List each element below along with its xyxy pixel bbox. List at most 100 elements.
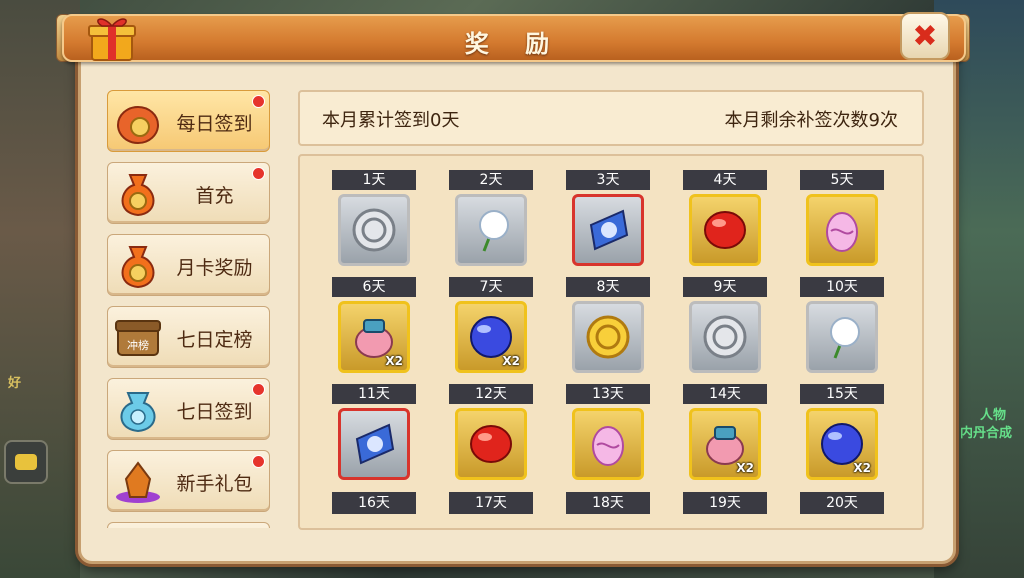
dandelion-icon — [479, 210, 509, 252]
reward-cell[interactable]: 7天 X2 — [449, 277, 533, 381]
day-label: 15天 — [800, 384, 884, 404]
reward-cell[interactable]: 10天 — [800, 277, 884, 381]
reward-cell[interactable]: 5天 — [800, 170, 884, 274]
pink-egg-icon — [826, 212, 858, 252]
blue-talisman-icon — [355, 423, 395, 465]
reward-item-frame[interactable] — [455, 194, 527, 266]
reward-item-frame[interactable] — [572, 408, 644, 480]
menu-item-label: 月卡奖励 — [176, 257, 253, 279]
background-text: 人物 — [980, 408, 1007, 423]
day-label: 7天 — [449, 277, 533, 297]
day-label: 4天 — [683, 170, 767, 190]
day-label: 10天 — [800, 277, 884, 297]
menu-item-monthly-card[interactable]: 月卡奖励 — [107, 234, 270, 296]
reward-item-frame[interactable] — [572, 301, 644, 373]
notification-dot — [252, 167, 265, 180]
dandelion-icon — [830, 317, 860, 359]
red-gem-icon — [470, 425, 512, 463]
item-quantity: X2 — [502, 354, 520, 368]
close-icon: ✖ — [912, 18, 938, 54]
signin-stats: 本月累计签到0天 本月剩余补签次数9次 — [298, 90, 924, 146]
blue-bag-icon — [120, 392, 156, 433]
background-text: 好 — [8, 376, 22, 391]
rank-chest-icon: 冲榜 — [115, 320, 161, 356]
day-label: 9天 — [683, 277, 767, 297]
reward-item-frame[interactable] — [689, 301, 761, 373]
reward-menu: 每日签到 首充 月卡奖励 冲榜 七日定榜 七日签到 新手礼包 — [107, 90, 270, 528]
menu-item-first-recharge[interactable]: 首充 — [107, 162, 270, 224]
day-label: 20天 — [800, 492, 884, 514]
item-quantity: X2 — [385, 354, 403, 368]
reward-cell[interactable]: 13天 — [566, 384, 650, 488]
day-label: 8天 — [566, 277, 650, 297]
day-label: 13天 — [566, 384, 650, 404]
red-gem-icon — [704, 211, 746, 249]
notification-dot — [252, 383, 265, 396]
coin-pouch-icon — [117, 106, 159, 144]
menu-item-seven-day-ranking[interactable]: 冲榜 七日定榜 — [107, 306, 270, 368]
silver-coin-icon — [352, 208, 396, 252]
item-quantity: X2 — [853, 461, 871, 475]
chat-bubble-icon — [15, 454, 37, 470]
reward-item-frame[interactable] — [338, 408, 410, 480]
background-text: 内丹合成 — [960, 426, 1013, 441]
reward-cell[interactable]: 4天 — [683, 170, 767, 274]
reward-cell[interactable]: 15天 X2 — [800, 384, 884, 488]
menu-item-daily-signin[interactable]: 每日签到 — [107, 90, 270, 152]
day-label: 14天 — [683, 384, 767, 404]
reward-cell[interactable]: 14天 X2 — [683, 384, 767, 488]
reward-item-frame[interactable] — [806, 194, 878, 266]
reward-item-frame[interactable] — [338, 194, 410, 266]
reward-cell[interactable]: 3天 — [566, 170, 650, 274]
pink-egg-icon — [592, 426, 624, 466]
reward-cell[interactable]: 12天 — [449, 384, 533, 488]
reward-item-frame[interactable] — [455, 408, 527, 480]
day-label: 16天 — [332, 492, 416, 514]
chat-button[interactable] — [4, 440, 48, 484]
notification-dot — [252, 95, 265, 108]
day-label: 2天 — [449, 170, 533, 190]
gold-coin-icon — [586, 315, 630, 359]
reward-item-frame[interactable]: X2 — [689, 408, 761, 480]
menu-item-label: 每日签到 — [176, 113, 253, 135]
remaining-makeup-count: 本月剩余补签次数9次 — [724, 110, 898, 131]
reward-cell[interactable]: 8天 — [566, 277, 650, 381]
menu-item-newbie-gift[interactable]: 新手礼包 — [107, 450, 270, 512]
menu-item-label: 七日签到 — [176, 401, 253, 423]
day-label: 18天 — [566, 492, 650, 514]
day-label: 19天 — [683, 492, 767, 514]
reward-item-frame[interactable] — [689, 194, 761, 266]
day-label: 12天 — [449, 384, 533, 404]
day-label: 6天 — [332, 277, 416, 297]
silver-coin-icon — [703, 315, 747, 359]
reward-item-frame[interactable]: X2 — [806, 408, 878, 480]
day-label: 11天 — [332, 384, 416, 404]
menu-item-more[interactable] — [107, 522, 270, 528]
reward-grid: 1天 2天 3天 4天 5天 6天 X2 7天 X2 8天 9天 10天 11天 12天 13天 14天 X2 1… — [298, 154, 924, 530]
reward-item-frame[interactable]: X2 — [338, 301, 410, 373]
reward-item-frame[interactable]: X2 — [455, 301, 527, 373]
blue-talisman-icon — [589, 209, 629, 251]
close-button[interactable]: ✖ — [900, 12, 950, 60]
menu-item-label: 新手礼包 — [176, 473, 253, 495]
money-bag-icon — [121, 174, 155, 217]
background-scene-left — [0, 0, 80, 578]
reward-cell[interactable]: 2天 — [449, 170, 533, 274]
monthly-signin-count: 本月累计签到0天 — [322, 110, 460, 131]
gift-box-icon — [88, 18, 136, 61]
menu-item-seven-day-signin[interactable]: 七日签到 — [107, 378, 270, 440]
reward-item-frame[interactable] — [572, 194, 644, 266]
day-label: 5天 — [800, 170, 884, 190]
window-title: 奖 励 — [464, 30, 564, 58]
item-quantity: X2 — [736, 461, 754, 475]
rank-chest-text: 冲榜 — [127, 338, 149, 352]
reward-cell[interactable]: 1天 — [332, 170, 416, 274]
day-label: 3天 — [566, 170, 650, 190]
reward-item-frame[interactable] — [806, 301, 878, 373]
title-bar: 奖 励 — [62, 14, 966, 62]
reward-cell[interactable]: 11天 — [332, 384, 416, 488]
money-bag-icon — [121, 246, 155, 289]
day-label: 17天 — [449, 492, 533, 514]
reward-cell[interactable]: 9天 — [683, 277, 767, 381]
reward-cell[interactable]: 6天 X2 — [332, 277, 416, 381]
